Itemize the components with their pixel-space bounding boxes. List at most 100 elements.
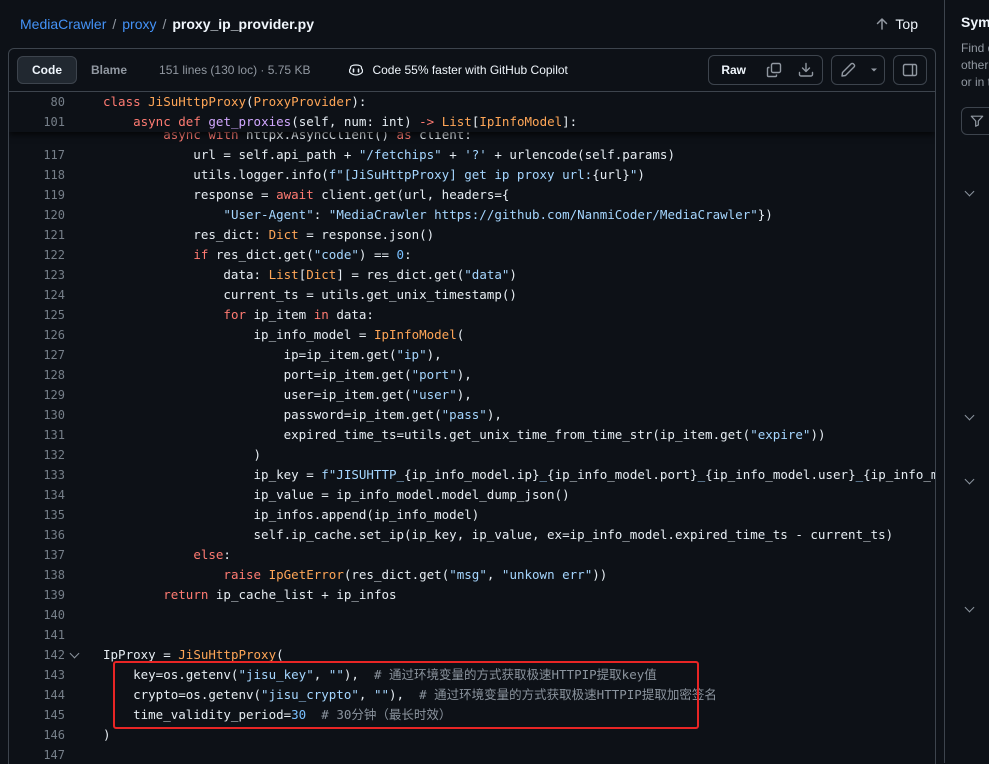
line-number[interactable]: 127 — [9, 345, 65, 365]
fold-spacer — [65, 112, 83, 132]
code-text: ip_info_model = IpInfoModel( — [83, 325, 464, 345]
code-text: else: — [83, 545, 231, 565]
code-text: IpProxy = JiSuHttpProxy( — [83, 645, 284, 665]
code-line: 136 self.ip_cache.set_ip(ip_key, ip_valu… — [9, 525, 935, 545]
code-text: return ip_cache_list + ip_infos — [83, 585, 397, 605]
edit-button[interactable] — [832, 56, 864, 84]
line-number[interactable]: 125 — [9, 305, 65, 325]
code-line: 142 IpProxy = JiSuHttpProxy( — [9, 645, 935, 665]
code-text: ip=ip_item.get("ip"), — [83, 345, 442, 365]
chevron-down-icon[interactable] — [962, 602, 976, 616]
line-number[interactable]: 119 — [9, 185, 65, 205]
code-text: key=os.getenv("jisu_key", ""), # 通过环境变量的… — [83, 665, 657, 685]
chevron-down-icon[interactable] — [962, 474, 976, 488]
fold-spacer — [65, 265, 83, 285]
line-number[interactable]: 139 — [9, 585, 65, 605]
line-number[interactable]: 147 — [9, 745, 65, 764]
code-text: current_ts = utils.get_unix_timestamp() — [83, 285, 517, 305]
back-to-top-label: Top — [895, 16, 918, 32]
code-line: 147 — [9, 745, 935, 764]
fold-spacer — [65, 425, 83, 445]
fold-spacer — [65, 445, 83, 465]
breadcrumb-repo-link[interactable]: MediaCrawler — [20, 16, 106, 32]
line-number[interactable]: 141 — [9, 625, 65, 645]
line-number[interactable]: 132 — [9, 445, 65, 465]
code-line: 131 expired_time_ts=utils.get_unix_time_… — [9, 425, 935, 445]
line-number[interactable]: 128 — [9, 365, 65, 385]
code-text: ) — [83, 445, 261, 465]
copy-raw-button[interactable] — [758, 56, 790, 84]
breadcrumb: MediaCrawler / proxy / proxy_ip_provider… — [20, 16, 314, 32]
sidebar-panel-icon — [902, 62, 918, 78]
tab-code[interactable]: Code — [17, 56, 77, 84]
chevron-down-icon — [868, 64, 880, 76]
line-number[interactable]: 118 — [9, 165, 65, 185]
line-number[interactable]: 136 — [9, 525, 65, 545]
line-number[interactable]: 144 — [9, 685, 65, 705]
line-number[interactable]: 123 — [9, 265, 65, 285]
line-number[interactable]: 117 — [9, 145, 65, 165]
chevron-down-icon[interactable] — [962, 186, 976, 200]
code-line: 125 for ip_item in data: — [9, 305, 935, 325]
code-line: 134 ip_value = ip_info_model.model_dump_… — [9, 485, 935, 505]
line-number[interactable]: 133 — [9, 465, 65, 485]
code-line: 139 return ip_cache_list + ip_infos — [9, 585, 935, 605]
line-number[interactable]: 140 — [9, 605, 65, 625]
line-number[interactable]: 142 — [9, 645, 65, 665]
code-text: "User-Agent": "MediaCrawler https://gith… — [83, 205, 773, 225]
code-blame-switch: Code Blame — [17, 56, 141, 84]
code-line: 144 crypto=os.getenv("jisu_crypto", ""),… — [9, 685, 935, 705]
fold-spacer — [65, 305, 83, 325]
breadcrumb-folder-link[interactable]: proxy — [122, 16, 156, 32]
fold-spacer — [65, 505, 83, 525]
edit-dropdown-button[interactable] — [864, 56, 884, 84]
fold-spacer — [65, 525, 83, 545]
fold-spacer — [65, 225, 83, 245]
line-number[interactable]: 130 — [9, 405, 65, 425]
line-number[interactable]: 129 — [9, 385, 65, 405]
filter-funnel-icon — [970, 114, 984, 128]
line-number[interactable]: 138 — [9, 565, 65, 585]
line-number[interactable]: 131 — [9, 425, 65, 445]
download-button[interactable] — [790, 56, 822, 84]
code-line: 141 — [9, 625, 935, 645]
fold-spacer — [65, 325, 83, 345]
chevron-down-icon[interactable] — [962, 410, 976, 424]
line-number[interactable]: 146 — [9, 725, 65, 745]
tab-blame[interactable]: Blame — [77, 56, 141, 84]
raw-button[interactable]: Raw — [709, 56, 758, 84]
line-number[interactable]: 124 — [9, 285, 65, 305]
line-number[interactable]: 143 — [9, 665, 65, 685]
line-number[interactable]: 120 — [9, 205, 65, 225]
fold-spacer — [65, 345, 83, 365]
line-number[interactable]: 122 — [9, 245, 65, 265]
line-number[interactable]: 80 — [9, 92, 65, 112]
code-text: async with httpx.AsyncClient() as client… — [83, 132, 472, 145]
breadcrumb-separator: / — [112, 16, 116, 32]
fold-spacer — [65, 725, 83, 745]
page-header: MediaCrawler / proxy / proxy_ip_provider… — [0, 0, 944, 48]
line-number[interactable]: 121 — [9, 225, 65, 245]
back-to-top-link[interactable]: Top — [874, 16, 918, 32]
code-line: 123 data: List[Dict] = res_dict.get("dat… — [9, 265, 935, 285]
fold-chevron-icon[interactable] — [65, 645, 83, 665]
line-number[interactable]: 145 — [9, 705, 65, 725]
line-number[interactable]: 134 — [9, 485, 65, 505]
code-text: self.ip_cache.set_ip(ip_key, ip_value, e… — [83, 525, 893, 545]
code-text: password=ip_item.get("pass"), — [83, 405, 502, 425]
line-number[interactable]: 101 — [9, 112, 65, 132]
code-line: 80 class JiSuHttpProxy(ProxyProvider): — [9, 92, 935, 112]
line-number[interactable]: 126 — [9, 325, 65, 345]
symbols-panel-toggle-button[interactable] — [894, 56, 926, 84]
fold-spacer — [65, 285, 83, 305]
code-text: ip_key = f"JISUHTTP_{ip_info_model.ip}_{… — [83, 465, 935, 485]
line-number[interactable]: 135 — [9, 505, 65, 525]
line-number[interactable]: 137 — [9, 545, 65, 565]
pencil-icon — [840, 62, 856, 78]
code-text — [83, 745, 103, 764]
copilot-banner[interactable]: Code 55% faster with GitHub Copilot — [348, 62, 567, 78]
code-text: class JiSuHttpProxy(ProxyProvider): — [83, 92, 366, 112]
symbols-filter — [961, 107, 989, 135]
fold-spacer — [65, 565, 83, 585]
code-area: 80 class JiSuHttpProxy(ProxyProvider): 101… — [9, 92, 935, 764]
